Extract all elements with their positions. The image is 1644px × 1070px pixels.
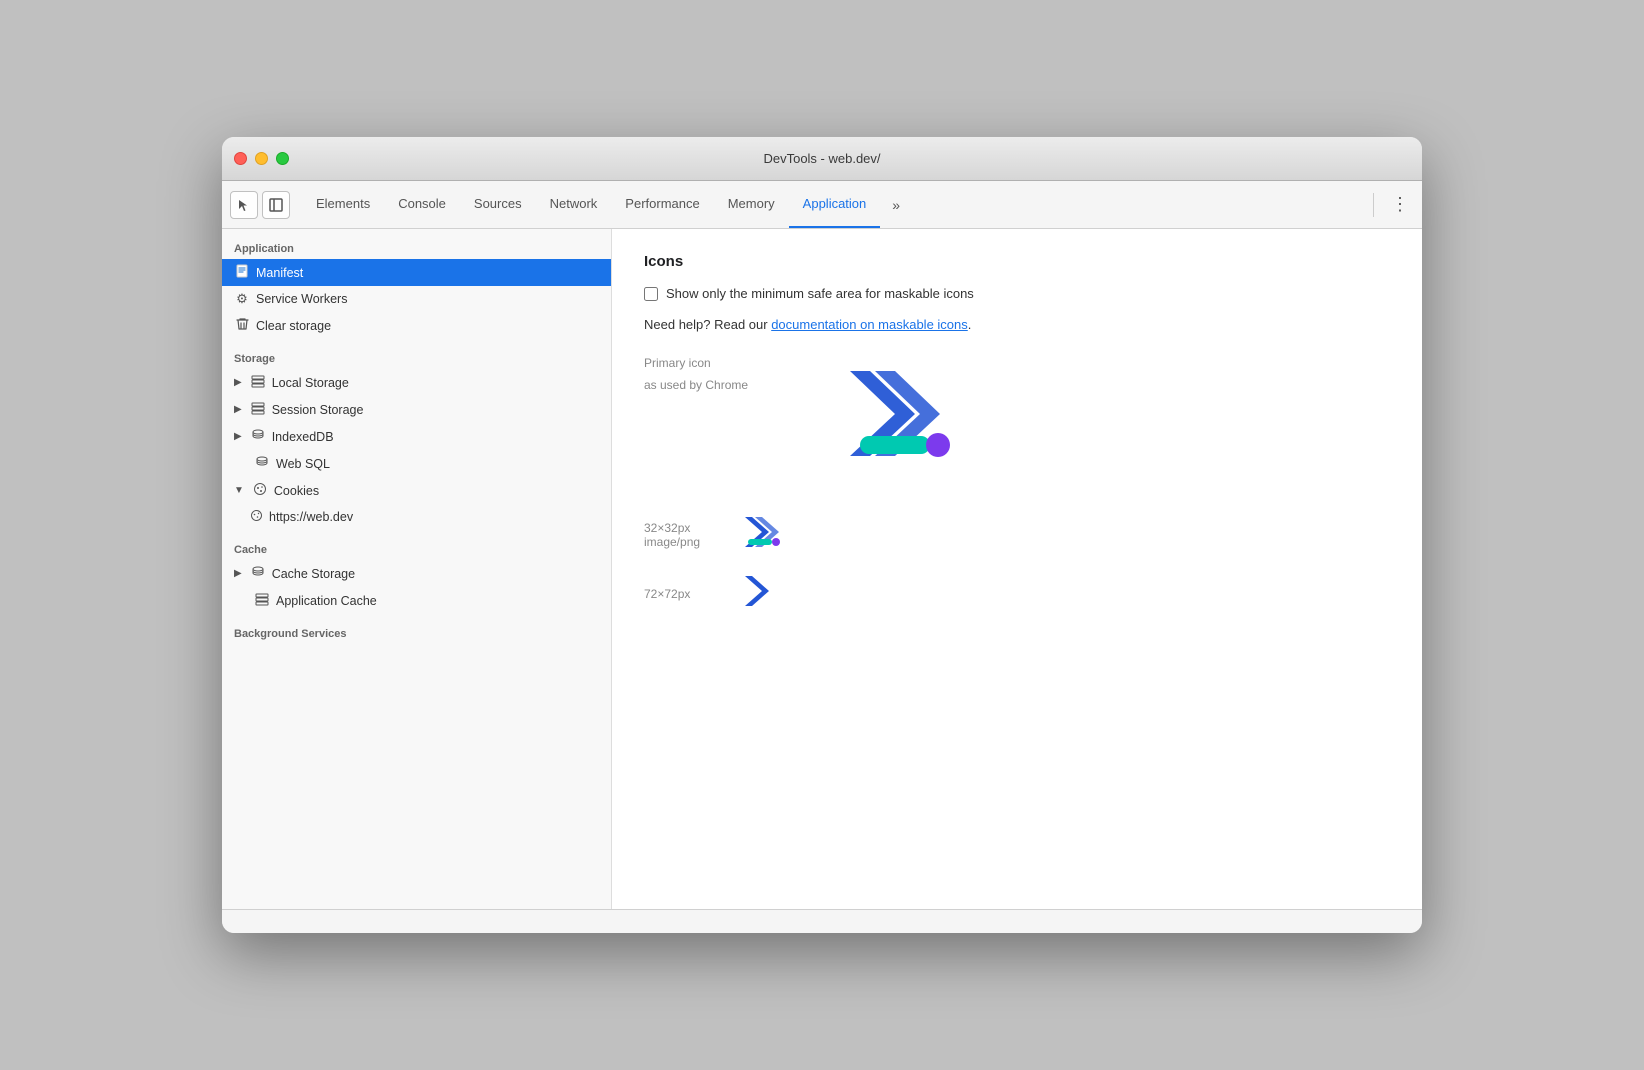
web-sql-icon (254, 455, 270, 472)
content-panel: Icons Show only the minimum safe area fo… (612, 229, 1422, 909)
application-cache-icon (254, 592, 270, 609)
cache-storage-icon (250, 565, 266, 582)
session-storage-label: Session Storage (272, 403, 364, 417)
sidebar-item-cookies[interactable]: Cookies (222, 477, 611, 504)
toolbar-icon-group (230, 191, 290, 219)
manifest-label: Manifest (256, 266, 303, 280)
maximize-button[interactable] (276, 152, 289, 165)
chrome-used-label: as used by Chrome (644, 378, 748, 392)
clear-storage-icon (234, 317, 250, 334)
service-workers-label: Service Workers (256, 292, 347, 306)
tab-network[interactable]: Network (536, 181, 612, 228)
sidebar-section-application: Application (222, 229, 611, 259)
clear-storage-label: Clear storage (256, 319, 331, 333)
local-storage-label: Local Storage (272, 376, 349, 390)
sidebar-item-web-sql[interactable]: Web SQL (222, 450, 611, 477)
primary-icon-section: Primary icon as used by Chrome (644, 356, 1390, 481)
bottom-bar (222, 909, 1422, 933)
sidebar-item-cookies-webdev[interactable]: https://web.dev (222, 504, 611, 530)
cookies-expand-icon (234, 485, 244, 496)
sidebar-section-cache: Cache (222, 530, 611, 560)
documentation-link[interactable]: documentation on maskable icons (771, 317, 968, 332)
tab-sources[interactable]: Sources (460, 181, 536, 228)
local-storage-expand-icon (234, 377, 242, 388)
icon-32-type: image/png (644, 535, 700, 549)
maskable-checkbox-label[interactable]: Show only the minimum safe area for mask… (666, 286, 974, 301)
help-text-prefix: Need help? Read our (644, 317, 771, 332)
tab-application[interactable]: Application (789, 181, 881, 228)
icon-32-size: 32×32px (644, 521, 690, 535)
sidebar-item-clear-storage[interactable]: Clear storage (222, 312, 611, 339)
toolbar-divider (1373, 193, 1374, 217)
cookies-webdev-label: https://web.dev (269, 510, 353, 524)
sidebar: Application Manifest ⚙ Service Workers (222, 229, 612, 909)
icon-72-meta: 72×72px (644, 587, 724, 601)
sidebar-section-storage: Storage (222, 339, 611, 369)
indexeddb-expand-icon (234, 431, 242, 442)
indexeddb-label: IndexedDB (272, 430, 334, 444)
maskable-checkbox[interactable] (644, 287, 658, 301)
window-title: DevTools - web.dev/ (763, 151, 880, 166)
sidebar-item-cache-storage[interactable]: Cache Storage (222, 560, 611, 587)
sidebar-item-session-storage[interactable]: Session Storage (222, 396, 611, 423)
primary-icon-display (820, 356, 960, 481)
help-text-suffix: . (968, 317, 972, 332)
sidebar-item-service-workers[interactable]: ⚙ Service Workers (222, 286, 611, 312)
icon-32-meta: 32×32px image/png (644, 521, 724, 549)
sidebar-item-application-cache[interactable]: Application Cache (222, 587, 611, 614)
icon-72-svg (740, 572, 784, 610)
more-tabs-button[interactable]: » (884, 181, 908, 228)
indexeddb-icon (250, 428, 266, 445)
maskable-checkbox-row: Show only the minimum safe area for mask… (644, 286, 1390, 301)
sidebar-item-indexeddb[interactable]: IndexedDB (222, 423, 611, 450)
cookies-webdev-icon (250, 509, 263, 525)
icons-section-title: Icons (644, 253, 1390, 270)
devtools-window: DevTools - web.dev/ Elements Console Sou… (222, 137, 1422, 933)
primary-icon-svg (820, 356, 960, 476)
traffic-lights (234, 152, 289, 165)
cache-storage-expand-icon (234, 568, 242, 579)
tab-list: Elements Console Sources Network Perform… (302, 181, 880, 228)
primary-icon-labels: Primary icon as used by Chrome (644, 356, 804, 481)
application-cache-label: Application Cache (276, 594, 377, 608)
minimize-button[interactable] (255, 152, 268, 165)
icon-32-svg (740, 513, 784, 551)
service-workers-icon: ⚙ (234, 291, 250, 307)
devtools-menu-button[interactable]: ⋮ (1386, 191, 1414, 219)
local-storage-icon (250, 374, 266, 391)
sidebar-item-manifest[interactable]: Manifest (222, 259, 611, 286)
help-text: Need help? Read our documentation on mas… (644, 317, 1390, 332)
cursor-icon-button[interactable] (230, 191, 258, 219)
icon-72-size: 72×72px (644, 587, 690, 601)
toggle-panel-icon-button[interactable] (262, 191, 290, 219)
icon-72-display (740, 572, 784, 615)
title-bar: DevTools - web.dev/ (222, 137, 1422, 181)
web-sql-label: Web SQL (276, 457, 330, 471)
cookies-label: Cookies (274, 484, 319, 498)
tab-memory[interactable]: Memory (714, 181, 789, 228)
close-button[interactable] (234, 152, 247, 165)
icon-32-display (740, 513, 784, 556)
cookies-icon (252, 482, 268, 499)
cache-storage-label: Cache Storage (272, 567, 355, 581)
sidebar-section-background-services: Background Services (222, 614, 611, 644)
primary-icon-label: Primary icon (644, 356, 711, 370)
icon-row-72: 72×72px (644, 572, 1390, 615)
main-content: Application Manifest ⚙ Service Workers (222, 229, 1422, 909)
tab-console[interactable]: Console (384, 181, 460, 228)
session-storage-icon (250, 401, 266, 418)
manifest-icon (234, 264, 250, 281)
toolbar: Elements Console Sources Network Perform… (222, 181, 1422, 229)
session-storage-expand-icon (234, 404, 242, 415)
tab-performance[interactable]: Performance (611, 181, 713, 228)
tab-elements[interactable]: Elements (302, 181, 384, 228)
sidebar-item-local-storage[interactable]: Local Storage (222, 369, 611, 396)
icon-row-32: 32×32px image/png (644, 513, 1390, 556)
